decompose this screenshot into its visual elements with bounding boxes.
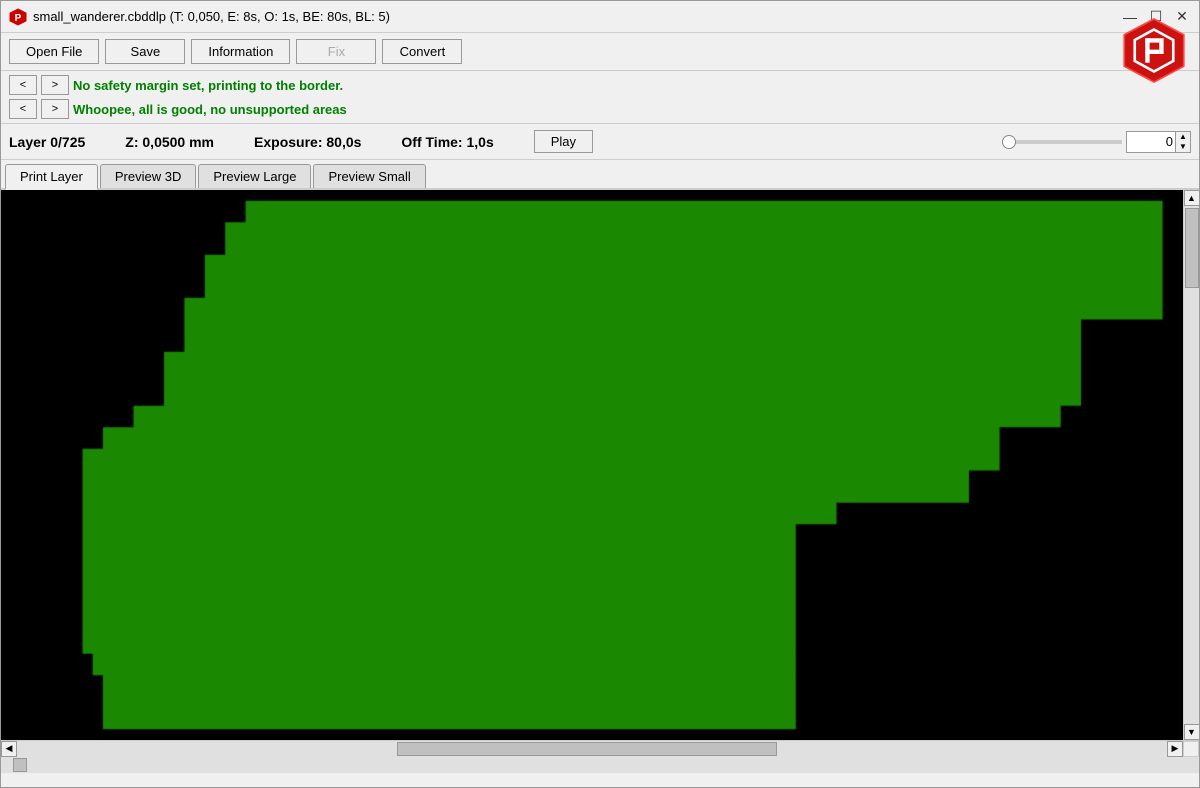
title-bar-left: P small_wanderer.cbddlp (T: 0,050, E: 8s…	[9, 8, 390, 26]
information-button[interactable]: Information	[191, 39, 290, 64]
offtime-label: Off Time: 1,0s	[401, 134, 493, 150]
logo-area	[1119, 15, 1189, 88]
fix-button[interactable]: Fix	[296, 39, 376, 64]
message-text-1: No safety margin set, printing to the bo…	[73, 78, 343, 93]
scroll-up-arrow[interactable]: ▲	[1184, 190, 1200, 206]
play-button[interactable]: Play	[534, 130, 593, 153]
scroll-down-arrow[interactable]: ▼	[1184, 724, 1200, 740]
layer-slider-container: 0 ▲ ▼	[1002, 131, 1191, 153]
horizontal-scrollbar: ◀ ▶	[1, 741, 1199, 757]
prev-button-2[interactable]: <	[9, 99, 37, 119]
scroll-thumb-right[interactable]	[1185, 208, 1199, 288]
layer-slider[interactable]	[1002, 140, 1122, 144]
layer-decrement-button[interactable]: ▼	[1176, 142, 1190, 152]
open-file-button[interactable]: Open File	[9, 39, 99, 64]
canvas-wrapper	[1, 190, 1183, 740]
brand-logo	[1119, 15, 1189, 85]
scroll-right-arrow[interactable]: ▶	[1167, 741, 1183, 757]
right-scrollbar: ▲ ▼	[1183, 190, 1199, 740]
layer-number-input[interactable]: 0	[1126, 131, 1176, 153]
tab-preview-small[interactable]: Preview Small	[313, 164, 425, 188]
next-button-2[interactable]: >	[41, 99, 69, 119]
scrollbar-corner	[1183, 741, 1199, 757]
message-row-1: < > No safety margin set, printing to th…	[9, 73, 1191, 97]
content-area: ▲ ▼	[1, 190, 1199, 740]
scroll-track-right[interactable]	[1184, 206, 1200, 724]
svg-text:P: P	[15, 13, 22, 24]
exposure-label: Exposure: 80,0s	[254, 134, 361, 150]
message-row-2: < > Whoopee, all is good, no unsupported…	[9, 97, 1191, 121]
next-button-1[interactable]: >	[41, 75, 69, 95]
hscroll-track[interactable]	[17, 741, 1167, 757]
messages-panel: < > No safety margin set, printing to th…	[1, 71, 1199, 124]
tab-print-layer[interactable]: Print Layer	[5, 164, 98, 190]
vscroll-track[interactable]	[1, 757, 1199, 773]
scroll-left-arrow[interactable]: ◀	[1, 741, 17, 757]
message-text-2: Whoopee, all is good, no unsupported are…	[73, 102, 347, 117]
tab-preview-large[interactable]: Preview Large	[198, 164, 311, 188]
vscroll-thumb[interactable]	[13, 758, 27, 772]
layer-canvas	[1, 190, 1183, 740]
layer-spinner: ▲ ▼	[1176, 131, 1191, 153]
layer-label: Layer 0/725	[9, 134, 85, 150]
z-label: Z: 0,0500 mm	[125, 134, 214, 150]
vertical-scroll-row	[1, 757, 1199, 773]
layer-info-bar: Layer 0/725 Z: 0,0500 mm Exposure: 80,0s…	[1, 124, 1199, 160]
toolbar: Open File Save Information Fix Convert	[1, 33, 1199, 71]
layer-number-input-group: 0 ▲ ▼	[1126, 131, 1191, 153]
convert-button[interactable]: Convert	[382, 39, 462, 64]
layer-increment-button[interactable]: ▲	[1176, 132, 1190, 142]
tab-preview-3d[interactable]: Preview 3D	[100, 164, 196, 188]
save-button[interactable]: Save	[105, 39, 185, 64]
prev-button-1[interactable]: <	[9, 75, 37, 95]
bottom-area: ◀ ▶	[1, 740, 1199, 773]
title-bar: P small_wanderer.cbddlp (T: 0,050, E: 8s…	[1, 1, 1199, 33]
hscroll-thumb[interactable]	[397, 742, 777, 756]
window-title: small_wanderer.cbddlp (T: 0,050, E: 8s, …	[33, 9, 390, 24]
app-icon: P	[9, 8, 27, 26]
tabs-bar: Print Layer Preview 3D Preview Large Pre…	[1, 160, 1199, 190]
